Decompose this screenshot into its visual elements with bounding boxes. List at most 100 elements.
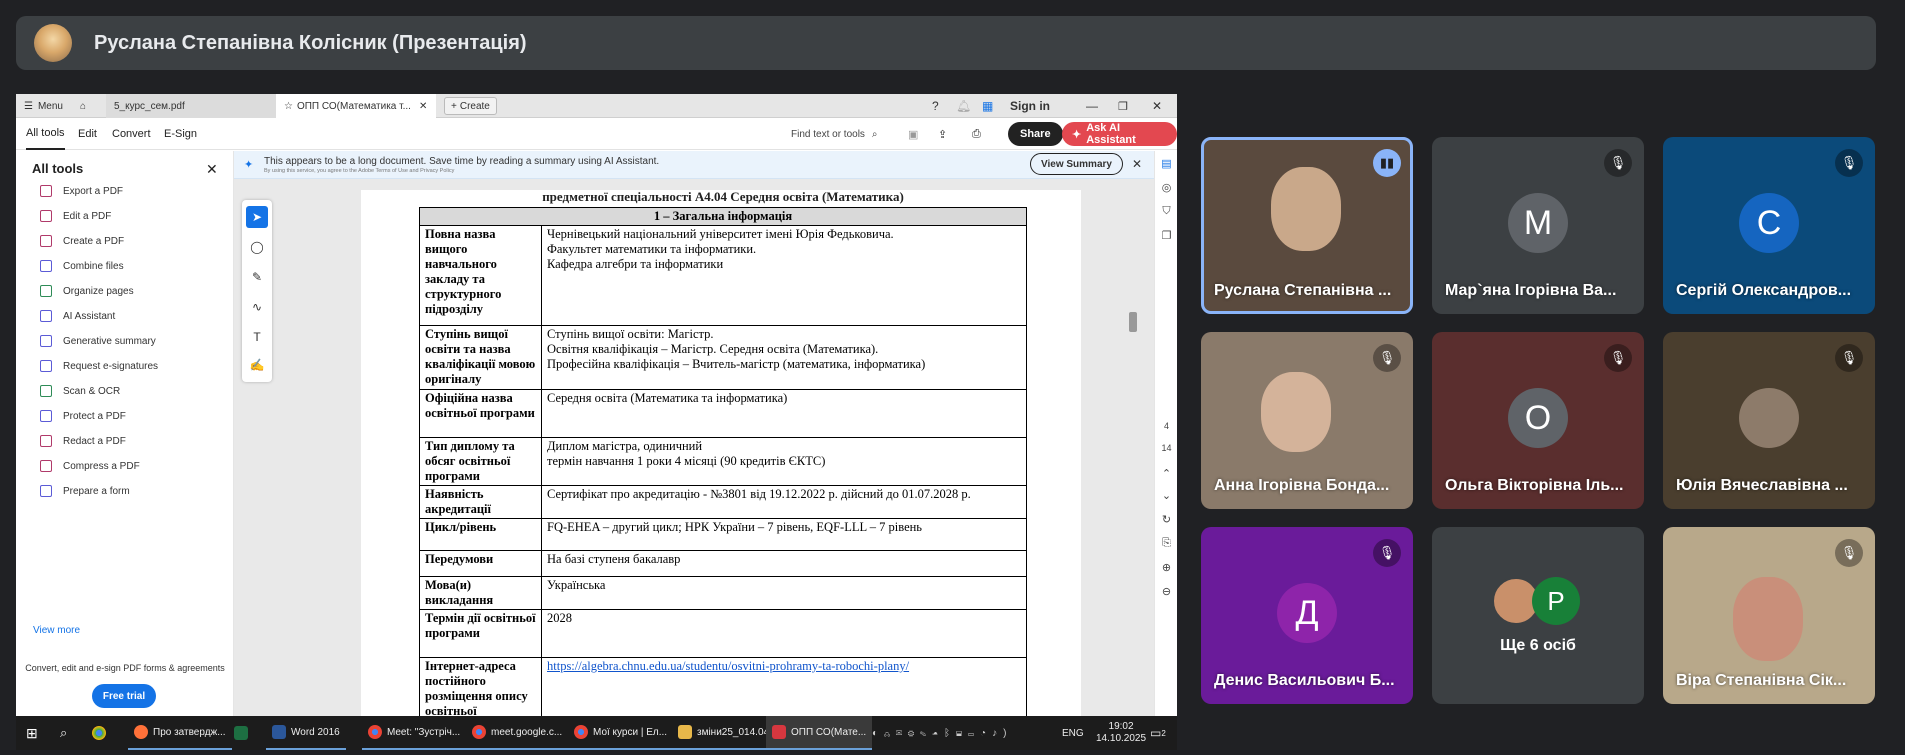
find-tools-input[interactable]: Find text or tools ⌕ [791, 118, 878, 150]
search-icon[interactable]: ⌕ [60, 716, 67, 750]
promo-text: Convert, edit and e-sign PDF forms & agr… [25, 663, 225, 673]
notifications-icon[interactable]: ▭ 2 [1150, 716, 1166, 750]
free-trial-button[interactable]: Free trial [92, 684, 156, 708]
tool-redact-pdf[interactable]: Redact a PDF [40, 429, 126, 453]
ai-chat-icon[interactable]: ▤ [1155, 157, 1177, 170]
tool-ai-assistant[interactable]: AI Assistant [40, 304, 115, 328]
sign-in-label: Sign in [1010, 99, 1050, 113]
tool-prepare-form[interactable]: Prepare a form [40, 479, 130, 503]
menu-all-tools[interactable]: All tools [26, 118, 65, 150]
taskbar-app[interactable]: Про затвердж... [128, 716, 232, 750]
program-url-link[interactable]: https://algebra.chnu.edu.ua/studentu/osv… [547, 659, 909, 673]
taskbar-app-active[interactable]: ОПП СО(Мате... [766, 716, 873, 750]
excel-icon[interactable] [234, 716, 253, 750]
tray-icons[interactable]: ◐☊✉⚙✎☁ᛒ⬓▭◔♪) [872, 716, 1012, 750]
tool-edit-pdf[interactable]: Edit a PDF [40, 204, 111, 228]
view-more-link[interactable]: View more [33, 625, 80, 636]
view-summary-button[interactable]: View Summary [1030, 153, 1123, 175]
close-window-icon[interactable]: ✕ [1152, 94, 1162, 118]
sign-in-button[interactable]: Sign in [1010, 94, 1050, 118]
participant-tile[interactable]: 🎙︎ М Мар`яна Ігорівна Ва... [1432, 137, 1644, 314]
participant-tile[interactable]: 🎙︎ Д Денис Васильович Б... [1201, 527, 1413, 704]
taskbar-app[interactable]: meet.google.c... [466, 716, 569, 750]
chevron-down-icon[interactable]: ⌄ [1155, 489, 1177, 502]
save-icon[interactable]: ▣ [908, 118, 918, 150]
language-indicator[interactable]: ENG [1062, 716, 1084, 750]
table-row: Інтернет-адреса постійного розміщення оп… [419, 657, 1027, 716]
participant-tile[interactable]: 🎙︎ Анна Ігорівна Бонда... [1201, 332, 1413, 509]
app-label: Мої курси | Ел... [593, 726, 668, 738]
menu-button[interactable]: ☰ Menu [24, 94, 63, 118]
zoom-in-icon[interactable]: ⊕ [1155, 561, 1177, 574]
tool-create-pdf[interactable]: Create a PDF [40, 229, 124, 253]
row-label: Тип диплому та обсяг освітньої програми [419, 437, 542, 486]
participant-tile[interactable]: ▮▮ Руслана Степанівна ... [1201, 137, 1413, 314]
close-panel-icon[interactable]: ✕ [206, 161, 218, 178]
close-tab-icon[interactable]: ✕ [419, 101, 427, 112]
document-title: предметної спеціальності А4.04 Середня о… [542, 192, 904, 204]
tool-organize-pages[interactable]: Organize pages [40, 279, 134, 303]
table-row: Офіційна назва освітньої програми Середня… [419, 389, 1027, 438]
tool-generative-summary[interactable]: Generative summary [40, 329, 156, 353]
ask-ai-button[interactable]: ✦ Ask AI Assistant [1062, 122, 1177, 146]
menu-edit[interactable]: Edit [78, 118, 97, 150]
menu-convert[interactable]: Convert [112, 118, 151, 150]
tool-scan-ocr[interactable]: Scan & OCR [40, 379, 120, 403]
taskbar-app[interactable]: Word 2016 [266, 716, 346, 750]
zoom-out-icon[interactable]: ⊖ [1155, 585, 1177, 598]
protect-pdf-icon [40, 410, 52, 422]
participant-tile[interactable]: 🎙︎ Юлія Вячеславівна ... [1663, 332, 1875, 509]
tab-label: ОПП СО(Математика т... [296, 100, 411, 112]
create-tab-button[interactable]: + Create [444, 97, 497, 115]
help-icon[interactable]: ? [932, 94, 939, 118]
highlight-pen-icon[interactable]: ✎ [246, 266, 268, 288]
tab-pdf-active[interactable]: ☆ ОПП СО(Математика т... ✕ [276, 94, 436, 118]
clock[interactable]: 19:02 14.10.2025 [1096, 716, 1146, 750]
chrome-icon[interactable] [92, 716, 111, 750]
participant-tile[interactable]: 🎙︎ С Сергій Олександров... [1663, 137, 1875, 314]
comment-panel-icon[interactable]: ◎ [1155, 181, 1177, 194]
close-banner-icon[interactable]: ✕ [1132, 157, 1142, 171]
table-row: Мова(и) викладання Українська [419, 576, 1027, 610]
minimize-icon[interactable]: — [1086, 94, 1098, 118]
bell-icon[interactable]: 🔔︎ [956, 94, 971, 118]
text-box-icon[interactable]: T [246, 326, 268, 348]
app-label: Word 2016 [291, 726, 340, 738]
print-icon[interactable]: ⎙ [972, 118, 981, 150]
tool-request-esignatures[interactable]: Request e-signatures [40, 354, 158, 378]
search-icon: ⌕ [871, 128, 878, 140]
mic-off-icon: 🎙︎ [1835, 149, 1863, 177]
sign-icon[interactable]: ✍ [246, 354, 268, 376]
chevron-up-icon[interactable]: ⌃ [1155, 467, 1177, 480]
copy-pages-icon[interactable]: ❐ [1155, 229, 1177, 242]
row-value: Диплом магістра, одиничний термін навчан… [541, 437, 1027, 486]
participant-tile[interactable]: 🎙︎ О Ольга Вікторівна Іль... [1432, 332, 1644, 509]
home-icon[interactable]: ⌂ [80, 94, 86, 118]
taskbar-app[interactable]: зміни25_014.04 [672, 716, 776, 750]
maximize-icon[interactable]: ❐ [1118, 94, 1128, 118]
draw-lasso-icon[interactable]: ∿ [246, 296, 268, 318]
taskbar-app[interactable]: Meet: "Зустріч... [362, 716, 467, 750]
windows-start-icon[interactable]: ⊞ [26, 716, 38, 750]
tab-pdf-1[interactable]: 5_курс_сем.pdf [106, 94, 276, 118]
page-current[interactable]: 4 [1155, 421, 1177, 431]
tool-protect-pdf[interactable]: Protect a PDF [40, 404, 126, 428]
tool-combine-files[interactable]: Combine files [40, 254, 124, 278]
tool-export-pdf[interactable]: Export a PDF [40, 179, 123, 203]
select-cursor-icon[interactable]: ➤ [246, 206, 268, 228]
scrollbar-thumb[interactable] [1129, 312, 1137, 332]
participant-tile[interactable]: 🎙︎ Віра Степанівна Сік... [1663, 527, 1875, 704]
bookmark-icon[interactable]: ⛉ [1155, 205, 1177, 218]
view-summary-label: View Summary [1041, 158, 1112, 170]
more-participants-tile[interactable]: Р Ще 6 осіб [1432, 527, 1644, 704]
menu-label: Convert [112, 128, 151, 140]
menu-esign[interactable]: E-Sign [164, 118, 197, 150]
share-button[interactable]: Share [1008, 122, 1063, 146]
refresh-icon[interactable]: ↻ [1155, 513, 1177, 526]
apps-grid-icon[interactable]: ▦ [982, 94, 993, 118]
upload-icon[interactable]: ⇪ [938, 118, 947, 150]
taskbar-app[interactable]: Мої курси | Ел... [568, 716, 674, 750]
page-fit-icon[interactable]: ⎘ [1155, 537, 1177, 550]
comment-icon[interactable]: ◯ [246, 236, 268, 258]
tool-compress-pdf[interactable]: Compress a PDF [40, 454, 140, 478]
